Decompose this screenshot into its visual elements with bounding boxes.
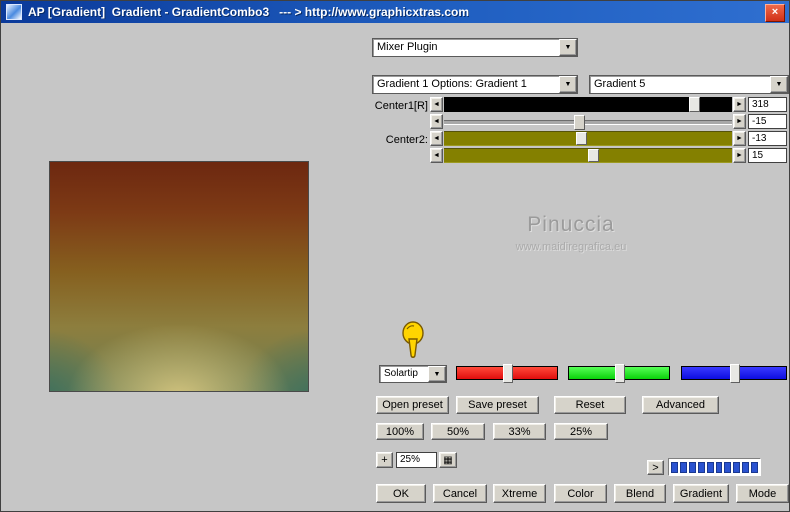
center1-left-arrow-button[interactable]: ◄ (430, 97, 443, 112)
center2-value-field[interactable]: -13 (748, 131, 787, 146)
slider4-thumb[interactable] (588, 149, 599, 162)
slider4-left-arrow-button[interactable]: ◄ (430, 148, 443, 163)
left-arrow-icon: ◄ (433, 118, 440, 125)
meter-segment (715, 461, 723, 473)
right-arrow-icon: ► (736, 135, 743, 142)
slider2-left-arrow-button[interactable]: ◄ (430, 114, 443, 129)
plugin-dialog-window: AP [Gradient] Gradient - GradientCombo3 … (0, 0, 790, 512)
red-channel-thumb[interactable] (503, 364, 513, 383)
cancel-button[interactable]: Cancel (433, 484, 487, 503)
right-arrow-icon: ► (736, 152, 743, 159)
plugin-select[interactable]: Mixer Plugin ▼ (372, 38, 578, 57)
blend-button[interactable]: Blend (614, 484, 666, 503)
slider4-value-field[interactable]: 15 (748, 148, 787, 163)
title-bar[interactable]: AP [Gradient] Gradient - GradientCombo3 … (1, 1, 789, 23)
center2-right-arrow-button[interactable]: ► (733, 131, 746, 146)
zoom-value-field[interactable]: 25% (396, 452, 437, 468)
chevron-down-icon[interactable]: ▼ (428, 366, 446, 382)
watermark-url: www.maidiregrafica.eu (515, 241, 627, 253)
close-button[interactable]: × (765, 4, 785, 22)
center1-right-arrow-button[interactable]: ► (733, 97, 746, 112)
mode-button[interactable]: Mode (736, 484, 789, 503)
zoom-100-button[interactable]: 100% (376, 423, 424, 440)
slider4-track[interactable] (444, 148, 732, 163)
save-preset-button[interactable]: Save preset (456, 396, 539, 414)
center1-slider-track[interactable] (444, 97, 732, 112)
pointer-hand-icon (400, 321, 426, 366)
gradient-options-select[interactable]: Gradient 1 Options: Gradient 1 ▼ (372, 75, 578, 94)
zoom-25-button[interactable]: 25% (554, 423, 608, 440)
center1-label: Center1[R] (374, 100, 428, 112)
gradient-preset-value: Gradient 5 (594, 78, 646, 90)
center2-slider-thumb[interactable] (576, 132, 588, 145)
meter-segment (706, 461, 714, 473)
slider4-right-arrow-button[interactable]: ► (733, 148, 746, 163)
advanced-button[interactable]: Advanced (642, 396, 719, 414)
meter-segment (671, 461, 678, 473)
color-button[interactable]: Color (554, 484, 607, 503)
progress-meter (668, 458, 761, 476)
window-title: AP [Gradient] Gradient - GradientCombo3 … (28, 5, 470, 19)
chevron-down-icon[interactable]: ▼ (559, 39, 577, 56)
slider2-thumb[interactable] (573, 115, 585, 130)
meter-segment (751, 461, 759, 473)
grid-icon: ▦ (443, 454, 453, 466)
plugin-select-value: Mixer Plugin (377, 41, 438, 53)
slider2-track[interactable] (444, 114, 732, 130)
center2-left-arrow-button[interactable]: ◄ (430, 131, 443, 146)
red-channel-slider[interactable] (456, 364, 558, 383)
center1-slider-thumb[interactable] (688, 97, 700, 112)
close-icon: × (771, 6, 779, 18)
meter-segment (724, 461, 732, 473)
slider2-right-arrow-button[interactable]: ► (733, 114, 746, 129)
center2-slider-track[interactable] (444, 131, 732, 146)
tip-select-value: Solartip (384, 368, 418, 379)
left-arrow-icon: ◄ (433, 135, 440, 142)
meter-segment (688, 461, 696, 473)
ok-button[interactable]: OK (376, 484, 426, 503)
green-channel-thumb[interactable] (615, 364, 625, 383)
meter-segment (697, 461, 705, 473)
left-arrow-icon: ◄ (433, 152, 440, 159)
slider2-value-field[interactable]: -15 (748, 114, 787, 129)
next-button[interactable]: > (647, 460, 664, 475)
gradient-button[interactable]: Gradient (673, 484, 729, 503)
blue-channel-slider[interactable] (681, 364, 787, 383)
app-icon (6, 4, 22, 20)
chevron-down-icon[interactable]: ▼ (559, 76, 577, 93)
meter-segment (733, 461, 741, 473)
right-arrow-icon: ► (736, 101, 743, 108)
left-arrow-icon: ◄ (433, 101, 440, 108)
center2-label: Center2: (385, 134, 428, 146)
open-preset-button[interactable]: Open preset (376, 396, 449, 414)
blue-channel-thumb[interactable] (729, 364, 740, 383)
tip-select[interactable]: Solartip ▼ (379, 365, 447, 383)
green-channel-slider[interactable] (568, 364, 670, 383)
watermark-name: Pinuccia (527, 213, 615, 236)
gradient-preview (49, 161, 309, 392)
gradient-preset-select[interactable]: Gradient 5 ▼ (589, 75, 789, 94)
meter-segment (679, 461, 687, 473)
right-arrow-icon: ► (736, 118, 743, 125)
plus-button[interactable]: + (376, 452, 393, 468)
chevron-down-icon[interactable]: ▼ (770, 76, 788, 93)
zoom-33-button[interactable]: 33% (493, 423, 546, 440)
grid-options-button[interactable]: ▦ (439, 452, 457, 468)
zoom-50-button[interactable]: 50% (431, 423, 485, 440)
meter-segment (742, 461, 750, 473)
center1-value-field[interactable]: 318 (748, 97, 787, 112)
reset-button[interactable]: Reset (554, 396, 626, 414)
gradient-options-value: Gradient 1 Options: Gradient 1 (377, 78, 527, 90)
xtreme-button[interactable]: Xtreme (493, 484, 546, 503)
